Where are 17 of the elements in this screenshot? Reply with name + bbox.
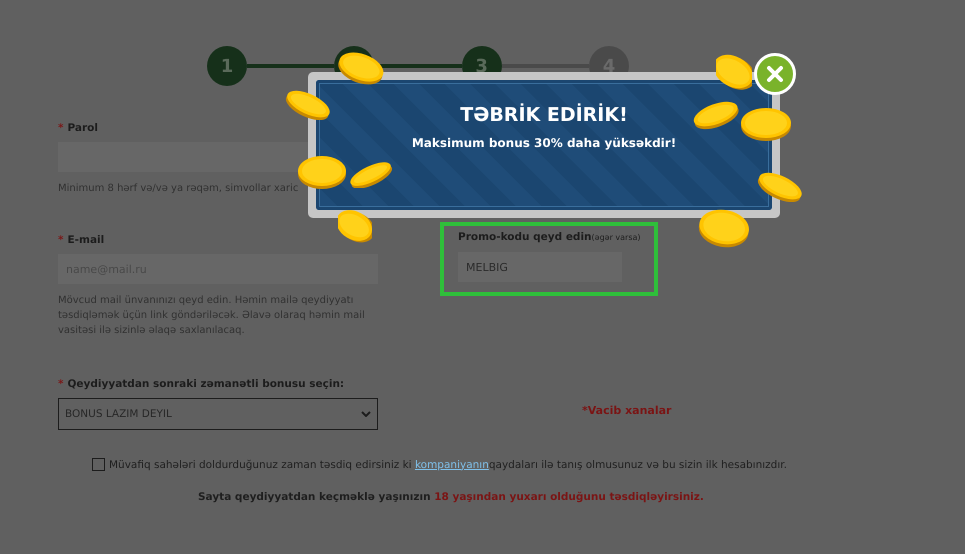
age-notice: Sayta qeydiyyatdan keçməklə yaşınızın 18 yaşından yuxarı olduğunu təsdiqləyirsiniz.: [198, 491, 705, 503]
field-label: * Parol: [58, 121, 99, 136]
promo-field[interactable]: MELBIG: [458, 252, 622, 282]
chevron-down-icon: [361, 411, 371, 417]
rules-link[interactable]: kompaniyanın: [414, 458, 489, 470]
step-circle: 1: [207, 46, 247, 86]
close-icon: [766, 65, 784, 83]
agreement-text: Müvafiq sahələri doldurduğunuz zaman təsdiq edirsiniz ki kompaniyanınqaydaları ilə tanış olmusunuz və bu sizin ilk hesabınızdır.: [109, 458, 787, 470]
bonus-select[interactable]: BONUS LAZIM DEYIL: [58, 398, 378, 430]
field-label: * E-mail: [58, 233, 106, 248]
required-note: *Vacib xanalar: [582, 404, 672, 417]
modal-message: Maksimum bonus 30% daha yüksəkdir!: [412, 136, 676, 150]
close-button[interactable]: [754, 53, 796, 95]
agreement-checkbox[interactable]: [92, 458, 105, 471]
promo-label: Promo-kodu qeyd edin(əgər varsa): [458, 230, 642, 245]
modal-title: TƏBRİK EDİRİK!: [460, 104, 628, 126]
field-label: * Qeydiyyatdan sonraki zəmanətli bonusu seçin:: [58, 377, 346, 392]
